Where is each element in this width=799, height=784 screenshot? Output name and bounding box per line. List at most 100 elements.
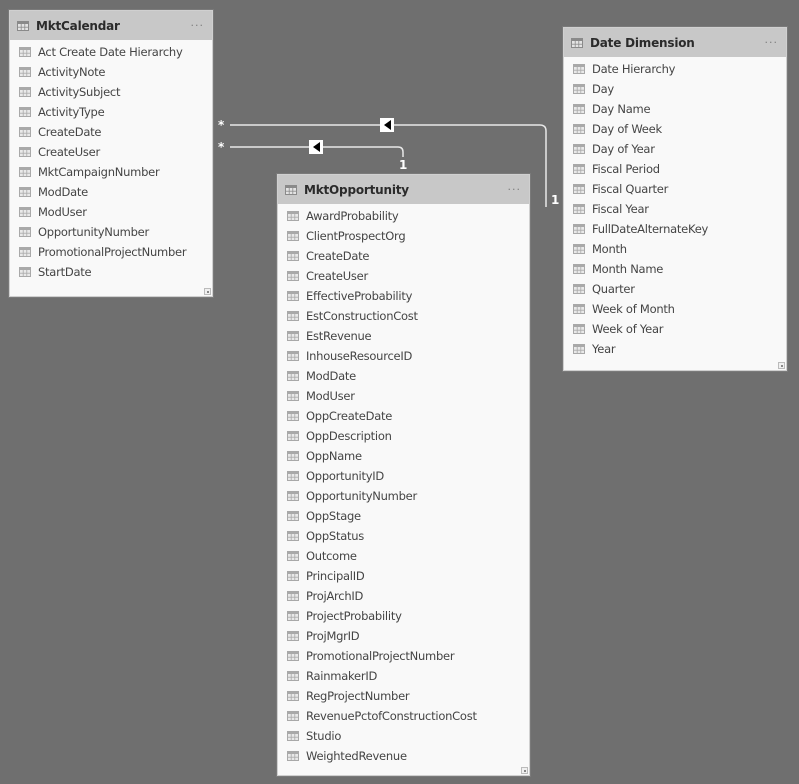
- field-item[interactable]: OppName: [278, 446, 529, 466]
- field-item[interactable]: Outcome: [278, 546, 529, 566]
- field-item[interactable]: OppDescription: [278, 426, 529, 446]
- field-label: OpportunityID: [306, 469, 385, 483]
- relationship-calendar-opportunity[interactable]: [230, 140, 404, 157]
- field-label: Quarter: [592, 282, 635, 296]
- field-item[interactable]: OppCreateDate: [278, 406, 529, 426]
- field-label: Fiscal Year: [592, 202, 649, 216]
- field-item[interactable]: ModDate: [278, 366, 529, 386]
- field-item[interactable]: StartDate: [10, 262, 212, 282]
- field-label: Week of Month: [592, 302, 675, 316]
- field-label: Day of Year: [592, 142, 655, 156]
- field-item[interactable]: OppStage: [278, 506, 529, 526]
- field-item[interactable]: PrincipalID: [278, 566, 529, 586]
- field-label: CreateDate: [38, 125, 102, 139]
- field-item[interactable]: Day of Year: [564, 139, 786, 159]
- column-icon: [287, 491, 299, 501]
- column-icon: [573, 104, 585, 114]
- field-label: WeightedRevenue: [306, 749, 407, 763]
- more-options-button[interactable]: ···: [508, 184, 522, 195]
- column-icon: [287, 251, 299, 261]
- field-item[interactable]: ActivityNote: [10, 62, 212, 82]
- field-label: ModUser: [306, 389, 355, 403]
- field-label: StartDate: [38, 265, 92, 279]
- field-item[interactable]: Month: [564, 239, 786, 259]
- field-item[interactable]: Fiscal Period: [564, 159, 786, 179]
- field-item[interactable]: ActivitySubject: [10, 82, 212, 102]
- field-item[interactable]: ModUser: [278, 386, 529, 406]
- resize-handle[interactable]: [521, 767, 528, 774]
- relationship-line-calendar-opportunity[interactable]: [230, 146, 404, 157]
- table-card-date-dimension[interactable]: Date Dimension ··· Date Hierarchy Day Day …: [563, 27, 787, 371]
- field-list: AwardProbability ClientProspectOrg CreateD…: [278, 204, 529, 766]
- table-title: Date Dimension: [590, 35, 695, 50]
- field-item[interactable]: FullDateAlternateKey: [564, 219, 786, 239]
- more-options-button[interactable]: ···: [191, 20, 205, 31]
- resize-handle[interactable]: [778, 362, 785, 369]
- field-label: ActivityNote: [38, 65, 106, 79]
- field-label: RainmakerID: [306, 669, 378, 683]
- field-item[interactable]: ProjArchID: [278, 586, 529, 606]
- table-header[interactable]: Date Dimension ···: [564, 28, 786, 57]
- table-header[interactable]: MktCalendar ···: [10, 11, 212, 40]
- field-item[interactable]: Fiscal Year: [564, 199, 786, 219]
- table-card-mktcalendar[interactable]: MktCalendar ··· Act Create Date Hierarch…: [9, 10, 213, 297]
- field-item[interactable]: ProjMgrID: [278, 626, 529, 646]
- field-item[interactable]: OpportunityNumber: [278, 486, 529, 506]
- field-label: InhouseResourceID: [306, 349, 413, 363]
- field-item[interactable]: OpportunityNumber: [10, 222, 212, 242]
- table-header[interactable]: MktOpportunity ···: [278, 175, 529, 204]
- field-item[interactable]: EffectiveProbability: [278, 286, 529, 306]
- field-label: Day: [592, 82, 614, 96]
- field-item[interactable]: Year: [564, 339, 786, 359]
- field-item[interactable]: ActivityType: [10, 102, 212, 122]
- field-item[interactable]: InhouseResourceID: [278, 346, 529, 366]
- column-icon: [573, 344, 585, 354]
- field-item[interactable]: Date Hierarchy: [564, 59, 786, 79]
- field-item[interactable]: Day Name: [564, 99, 786, 119]
- column-icon: [287, 211, 299, 221]
- field-label: ProjectProbability: [306, 609, 402, 623]
- table-icon: [571, 37, 583, 48]
- field-item[interactable]: ModUser: [10, 202, 212, 222]
- field-item[interactable]: WeightedRevenue: [278, 746, 529, 766]
- field-label: ProjArchID: [306, 589, 364, 603]
- field-item[interactable]: Fiscal Quarter: [564, 179, 786, 199]
- field-item[interactable]: PromotionalProjectNumber: [278, 646, 529, 666]
- field-item[interactable]: ClientProspectOrg: [278, 226, 529, 246]
- field-item[interactable]: CreateUser: [278, 266, 529, 286]
- field-item[interactable]: Day: [564, 79, 786, 99]
- field-item[interactable]: PromotionalProjectNumber: [10, 242, 212, 262]
- field-item[interactable]: Week of Month: [564, 299, 786, 319]
- field-item[interactable]: CreateDate: [278, 246, 529, 266]
- field-item[interactable]: Month Name: [564, 259, 786, 279]
- field-item[interactable]: AwardProbability: [278, 206, 529, 226]
- more-options-button[interactable]: ···: [765, 37, 779, 48]
- field-item[interactable]: ModDate: [10, 182, 212, 202]
- field-item[interactable]: CreateUser: [10, 142, 212, 162]
- resize-handle[interactable]: [204, 288, 211, 295]
- field-item[interactable]: Quarter: [564, 279, 786, 299]
- field-item[interactable]: RainmakerID: [278, 666, 529, 686]
- field-item[interactable]: CreateDate: [10, 122, 212, 142]
- column-icon: [287, 651, 299, 661]
- table-card-mktopportunity[interactable]: MktOpportunity ··· AwardProbability Clien…: [277, 174, 530, 776]
- field-item[interactable]: Studio: [278, 726, 529, 746]
- field-item[interactable]: MktCampaignNumber: [10, 162, 212, 182]
- column-icon: [287, 611, 299, 621]
- field-item[interactable]: RegProjectNumber: [278, 686, 529, 706]
- field-item[interactable]: ProjectProbability: [278, 606, 529, 626]
- field-item[interactable]: EstRevenue: [278, 326, 529, 346]
- field-item[interactable]: Act Create Date Hierarchy: [10, 42, 212, 62]
- field-item[interactable]: EstConstructionCost: [278, 306, 529, 326]
- field-item[interactable]: OppStatus: [278, 526, 529, 546]
- cardinality-one-mkt-opportunity: 1: [399, 158, 408, 172]
- field-item[interactable]: Day of Week: [564, 119, 786, 139]
- cardinality-one-date-dimension: 1: [551, 193, 560, 207]
- column-icon: [287, 571, 299, 581]
- column-icon: [573, 204, 585, 214]
- field-item[interactable]: Week of Year: [564, 319, 786, 339]
- field-label: FullDateAlternateKey: [592, 222, 709, 236]
- table-icon: [17, 20, 29, 31]
- field-item[interactable]: OpportunityID: [278, 466, 529, 486]
- field-item[interactable]: RevenuePctofConstructionCost: [278, 706, 529, 726]
